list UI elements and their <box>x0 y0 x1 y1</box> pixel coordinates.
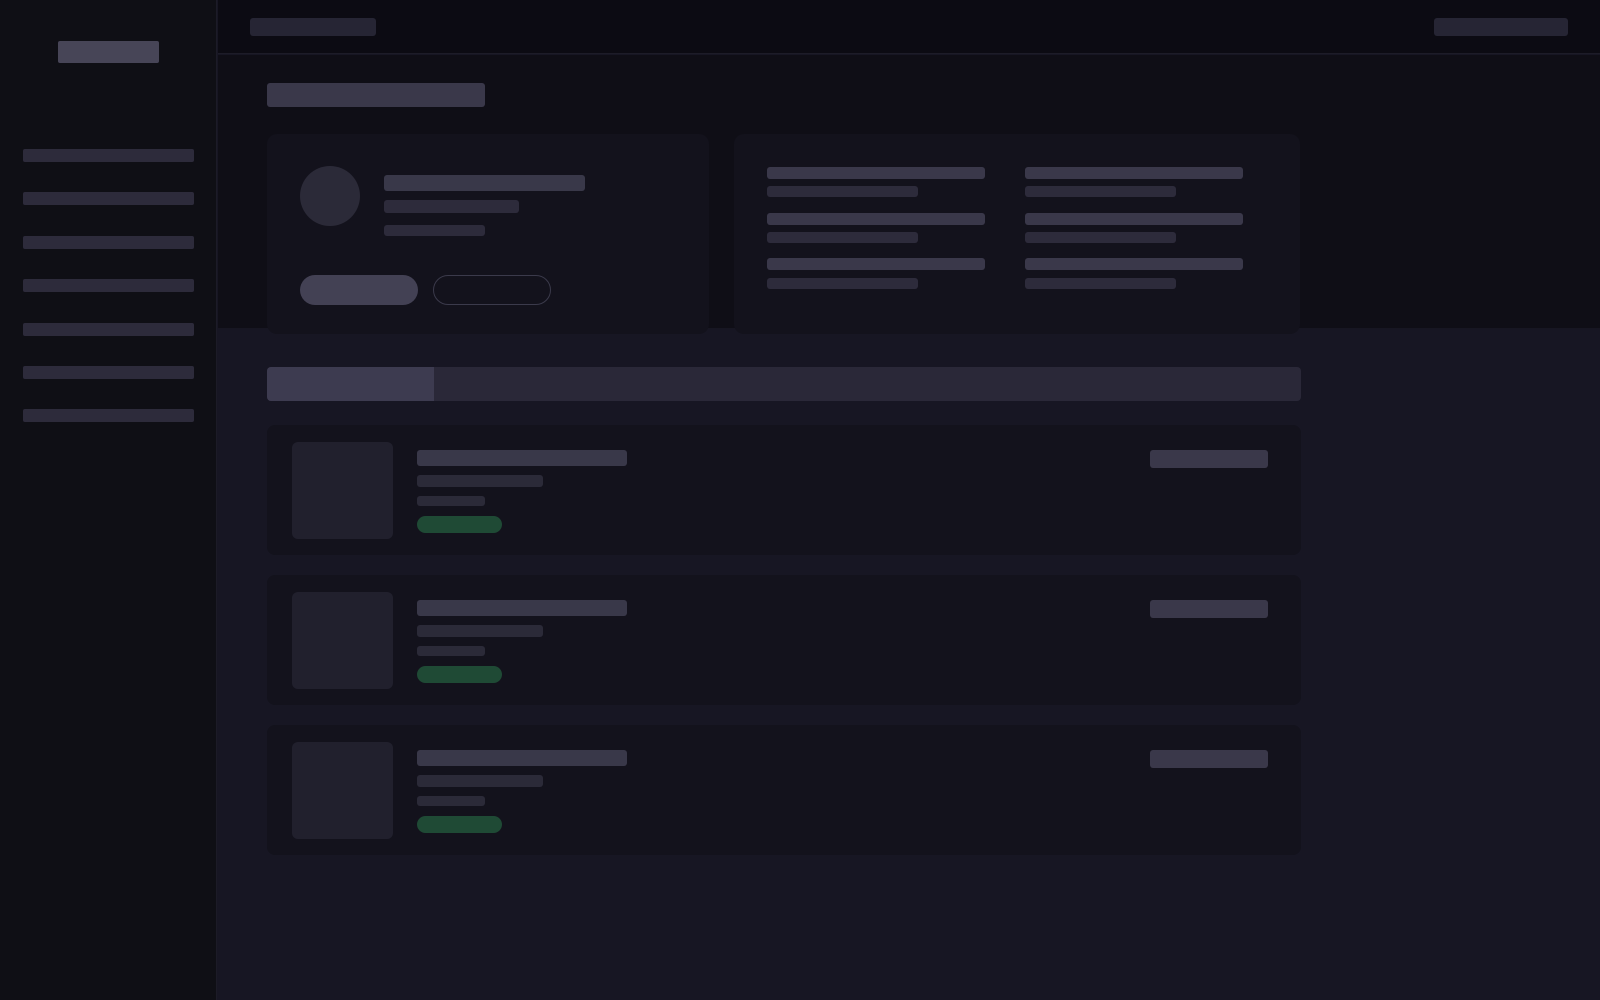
item-price <box>1150 600 1268 618</box>
item-thumbnail <box>292 742 393 839</box>
stat-value <box>1025 186 1176 197</box>
sidebar-item[interactable] <box>23 409 194 422</box>
item-subtitle <box>417 475 543 487</box>
profile-subtitle <box>384 200 519 213</box>
stat-value <box>767 232 918 243</box>
tab-bar <box>267 367 1301 401</box>
page-title <box>267 83 485 107</box>
stats-card <box>734 134 1300 334</box>
item-title <box>417 750 627 766</box>
breadcrumb[interactable] <box>250 18 376 36</box>
primary-button[interactable] <box>300 275 418 305</box>
item-thumbnail <box>292 442 393 539</box>
stat-label <box>1025 213 1243 225</box>
item-title <box>417 450 627 466</box>
profile-card <box>267 134 709 334</box>
stat-label <box>767 258 985 270</box>
profile-name <box>384 175 585 191</box>
stat-value <box>767 278 918 289</box>
stat-label <box>767 213 985 225</box>
stat-label <box>1025 167 1243 179</box>
sidebar-item[interactable] <box>23 236 194 249</box>
item-subtitle <box>417 775 543 787</box>
status-badge <box>417 816 502 833</box>
account-menu[interactable] <box>1434 18 1568 36</box>
item-thumbnail <box>292 592 393 689</box>
item-title <box>417 600 627 616</box>
item-meta <box>417 796 485 806</box>
item-meta <box>417 496 485 506</box>
sidebar-item[interactable] <box>23 366 194 379</box>
item-price <box>1150 450 1268 468</box>
item-meta <box>417 646 485 656</box>
list-item[interactable] <box>267 575 1301 705</box>
secondary-button[interactable] <box>433 275 551 305</box>
sidebar-item[interactable] <box>23 323 194 336</box>
stat-value <box>1025 232 1176 243</box>
list-item[interactable] <box>267 425 1301 555</box>
sidebar <box>0 0 217 1000</box>
sidebar-item[interactable] <box>23 149 194 162</box>
stat-label <box>767 167 985 179</box>
stat-value <box>1025 278 1176 289</box>
top-bar <box>218 0 1600 54</box>
item-price <box>1150 750 1268 768</box>
item-subtitle <box>417 625 543 637</box>
tab-active[interactable] <box>267 367 434 401</box>
avatar <box>300 166 360 226</box>
sidebar-item[interactable] <box>23 279 194 292</box>
status-badge <box>417 666 502 683</box>
sidebar-item[interactable] <box>23 192 194 205</box>
list-item[interactable] <box>267 725 1301 855</box>
stat-value <box>767 186 918 197</box>
profile-meta <box>384 225 485 236</box>
stat-label <box>1025 258 1243 270</box>
app-logo[interactable] <box>58 41 159 63</box>
status-badge <box>417 516 502 533</box>
